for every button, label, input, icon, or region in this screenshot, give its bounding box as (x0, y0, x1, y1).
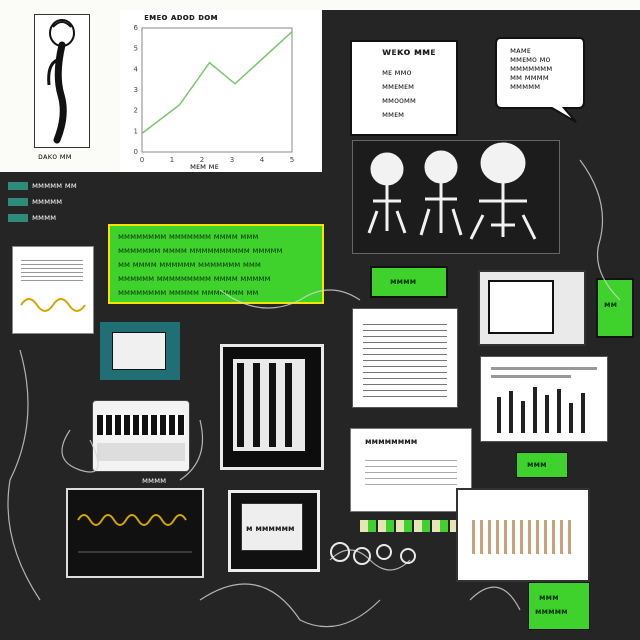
bubble-line-2: ᴍᴍᴍᴍᴍᴍᴍ (510, 64, 553, 73)
speech-bubble-text: ᴍᴀᴍᴇ ᴍᴍᴇᴍᴏ ᴍᴏ ᴍᴍᴍᴍᴍᴍᴍ ᴍᴍ ᴍᴍᴍᴍ ᴍᴍᴍᴍᴍ (510, 46, 552, 91)
piano-card (220, 344, 324, 470)
left-menu-label-0: ᴍᴍᴍᴍᴍ ᴍᴍ (32, 181, 77, 190)
x-tick-label: 5 (290, 156, 294, 164)
monitor-card (478, 270, 586, 346)
skeleton-panel (352, 140, 560, 254)
top-doc-card: ᴡᴇᴋᴏ ᴍᴍᴇ ᴍᴇ ᴍᴍᴏ ᴍᴍᴇᴍᴇᴍ ᴍᴍᴏᴏᴍᴍ ᴍᴍᴇᴍ (350, 40, 458, 136)
y-tick-label: 2 (134, 107, 138, 115)
chart-footer: ᴍᴇᴍ ᴍᴇ (190, 162, 219, 171)
bottom-green-line-0: ᴍᴍᴍ (539, 593, 559, 602)
banner-line-3: ᴍᴍᴍᴍᴍᴍ ᴍᴍᴍᴍᴍᴍᴍᴍᴍ ᴍᴍᴍᴍ ᴍᴍᴍᴍᴍ (118, 274, 271, 283)
small-green-label-text: ᴍᴍᴍ (527, 460, 547, 469)
bottom-center-inner: ᴍ ᴍᴍᴍᴍᴍᴍ (241, 503, 303, 551)
notes-doc-lines (363, 319, 447, 397)
wave-card (12, 246, 94, 334)
bottom-center-card: ᴍ ᴍᴍᴍᴍᴍᴍ (228, 490, 320, 572)
figure-caption: ᴅᴀᴋᴏ ᴍᴍ (38, 152, 72, 161)
top-doc-title: ᴡᴇᴋᴏ ᴍᴍᴇ (382, 48, 436, 57)
bubble-line-0: ᴍᴀᴍᴇ (510, 46, 531, 55)
left-menu-item-1[interactable]: ᴍᴍᴍᴍᴍ (8, 196, 158, 208)
notes-doc (352, 308, 458, 408)
y-tick-label: 5 (134, 45, 138, 53)
figure-panel (34, 14, 90, 148)
bubble-line-4: ᴍᴍᴍᴍᴍ (510, 82, 541, 91)
bottom-right-green-label[interactable]: ᴍᴍᴍ ᴍᴍᴍᴍᴍ (528, 582, 590, 630)
menu-bullet-icon (8, 198, 28, 206)
bottom-center-label: ᴍ ᴍᴍᴍᴍᴍᴍ (246, 524, 295, 533)
left-menu: ᴍᴍᴍᴍᴍ ᴍᴍ ᴍᴍᴍᴍᴍ ᴍᴍᴍᴍ (8, 180, 158, 230)
menu-bullet-icon (8, 182, 28, 190)
swatch-row (360, 520, 456, 532)
bottom-bar-stripes (472, 520, 572, 554)
wave-chart-icon (77, 514, 192, 553)
bubble-line-3: ᴍᴍ ᴍᴍᴍᴍ (510, 73, 549, 82)
line-chart: 0 1 2 3 4 50123456 (134, 24, 295, 164)
wave-card-header (21, 257, 83, 281)
keyboard-card[interactable] (92, 400, 190, 472)
right-green-label[interactable]: ᴍᴍ (596, 278, 634, 338)
top-doc-line-2: ᴍᴍᴏᴏᴍᴍ (382, 96, 416, 105)
line-chart-panel: ᴇᴍᴇᴏ ᴀᴅᴏᴅ ᴅᴏᴍ 0123450123456 ᴍᴇᴍ ᴍᴇ (120, 10, 320, 172)
piano-inner (233, 359, 305, 451)
teal-card[interactable] (100, 322, 180, 380)
top-doc-line-3: ᴍᴍᴇᴍ (382, 110, 405, 119)
mid-card: ᴍᴍᴍᴍᴍᴍᴍᴍ (350, 428, 472, 512)
x-tick-label: 4 (260, 156, 265, 164)
wave-chart-icon (20, 298, 86, 312)
bubble-line-1: ᴍᴍᴇᴍᴏ ᴍᴏ (510, 55, 551, 64)
y-tick-label: 4 (134, 65, 139, 73)
x-tick-label: 0 (140, 156, 144, 164)
bottom-wave-card (66, 488, 204, 578)
bottom-bar-card (456, 488, 590, 582)
small-green-label[interactable]: ᴍᴍᴍ (516, 452, 568, 478)
top-doc-line-0: ᴍᴇ ᴍᴍᴏ (382, 68, 412, 77)
keyboard-keys (97, 415, 185, 435)
green-banner-text: ᴍᴍᴍᴍᴍᴍᴍᴍ ᴍᴍᴍᴍᴍᴍᴍ ᴍᴍᴍᴍ ᴍᴍᴍ ᴍᴍᴍᴍᴍᴍᴍ ᴍᴍᴍᴍ ᴍ… (118, 232, 314, 297)
bar-chart-card (480, 356, 608, 442)
chart-plot-area (141, 27, 293, 153)
banner-line-1: ᴍᴍᴍᴍᴍᴍᴍ ᴍᴍᴍᴍ ᴍᴍᴍᴍᴍᴍᴍᴍᴍᴍ ᴍᴍᴍᴍᴍ (118, 246, 283, 255)
x-tick-label: 1 (170, 156, 174, 164)
left-menu-label-1: ᴍᴍᴍᴍᴍ (32, 197, 63, 206)
collage-canvas: ᴅᴀᴋᴏ ᴍᴍ ᴇᴍᴇᴏ ᴀᴅᴏᴅ ᴅᴏᴍ 0123450123456 ᴍᴇᴍ … (0, 0, 640, 640)
monitor-screen (488, 280, 554, 334)
bottom-green-line-1: ᴍᴍᴍᴍᴍ (535, 607, 568, 616)
banner-line-0: ᴍᴍᴍᴍᴍᴍᴍᴍ ᴍᴍᴍᴍᴍᴍᴍ ᴍᴍᴍᴍ ᴍᴍᴍ (118, 232, 259, 241)
y-tick-label: 3 (134, 86, 138, 94)
menu-bullet-icon (8, 214, 28, 222)
banner-line-4: ᴍᴍᴍᴍᴍᴍᴍᴍ ᴍᴍᴍᴍᴍ ᴍᴍᴍᴍᴍᴍᴍ ᴍᴍ (118, 288, 259, 297)
keyboard-base (97, 443, 185, 461)
skeleton-figure-icon (367, 142, 537, 240)
y-tick-label: 1 (134, 127, 138, 135)
wave-card-caption: ᴍᴍᴍᴍ (142, 476, 167, 485)
y-tick-label: 6 (134, 24, 139, 32)
left-menu-item-0[interactable]: ᴍᴍᴍᴍᴍ ᴍᴍ (8, 180, 158, 192)
left-menu-label-2: ᴍᴍᴍᴍ (32, 213, 57, 222)
right-green-label-text: ᴍᴍ (604, 300, 618, 309)
piano-keys (237, 363, 301, 447)
banner-line-2: ᴍᴍ ᴍᴍᴍᴍ ᴍᴍᴍᴍᴍᴍ ᴍᴍᴍᴍᴍᴍᴍ ᴍᴍᴍ (118, 260, 261, 269)
green-banner: ᴍᴍᴍᴍᴍᴍᴍᴍ ᴍᴍᴍᴍᴍᴍᴍ ᴍᴍᴍᴍ ᴍᴍᴍ ᴍᴍᴍᴍᴍᴍᴍ ᴍᴍᴍᴍ ᴍ… (108, 224, 324, 304)
center-green-label[interactable]: ᴍᴍᴍᴍ (370, 266, 448, 298)
bar-chart-icon (491, 367, 597, 433)
teal-card-inner (112, 332, 166, 370)
center-green-label-text: ᴍᴍᴍᴍ (390, 277, 417, 286)
left-menu-item-2[interactable]: ᴍᴍᴍᴍ (8, 212, 158, 224)
robot-figure-icon (47, 19, 75, 144)
y-tick-label: 0 (134, 148, 138, 156)
top-doc-line-1: ᴍᴍᴇᴍᴇᴍ (382, 82, 414, 91)
mid-card-title: ᴍᴍᴍᴍᴍᴍᴍᴍ (365, 437, 418, 446)
mid-card-lines (365, 455, 457, 485)
